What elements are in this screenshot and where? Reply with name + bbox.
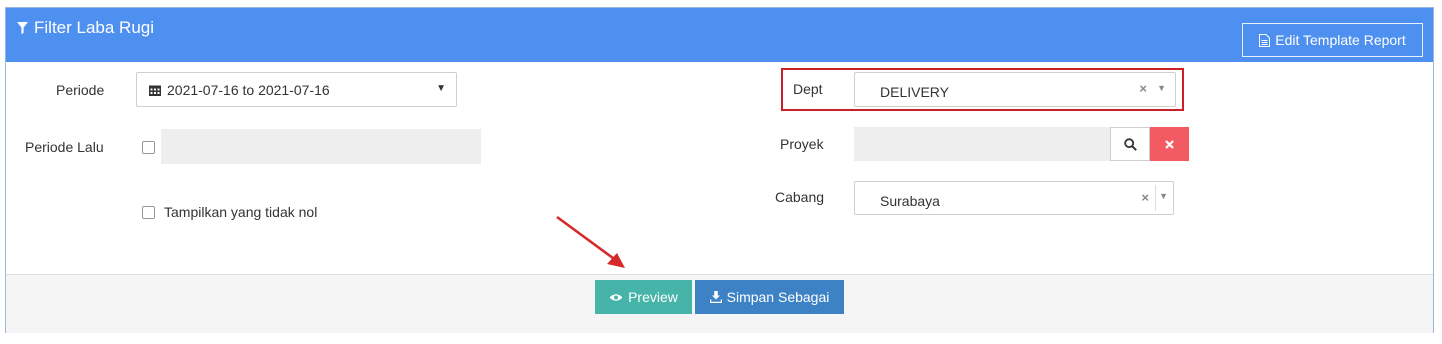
cabang-caret-icon[interactable]: ▼ [1159,191,1168,201]
edit-template-report-button[interactable]: Edit Template Report [1242,23,1423,57]
simpan-sebagai-button[interactable]: Simpan Sebagai [695,280,844,314]
periode-date-range[interactable]: 2021-07-16 to 2021-07-16 ▼ [136,72,457,107]
preview-button[interactable]: Preview [595,280,692,314]
dept-clear-icon[interactable]: × [1139,81,1147,96]
dept-value: DELIVERY [880,84,949,100]
simpan-label: Simpan Sebagai [726,289,830,305]
proyek-field [854,127,1110,161]
filter-panel: Filter Laba Rugi Edit Template Report Pe… [5,7,1434,333]
periode-label: Periode [56,82,105,98]
tampilkan-checkbox[interactable] [142,206,155,219]
download-icon [709,291,722,303]
eye-icon [609,293,623,301]
cabang-select[interactable]: Surabaya × ▼ [854,181,1174,215]
dept-select[interactable]: DELIVERY × ▼ [854,72,1176,107]
cabang-label: Cabang [775,189,825,205]
panel-title: Filter Laba Rugi [17,18,154,38]
panel-footer: Preview Simpan Sebagai [6,274,1433,333]
periode-value: 2021-07-16 to 2021-07-16 [167,82,330,98]
filter-icon [17,22,28,34]
caret-down-icon: ▼ [436,83,446,94]
search-icon [1123,137,1137,151]
proyek-search-button[interactable] [1110,127,1150,161]
periode-lalu-field [161,129,481,164]
panel-header: Filter Laba Rugi Edit Template Report [6,8,1433,62]
preview-label: Preview [628,289,678,305]
calendar-icon [149,85,161,96]
edit-template-label: Edit Template Report [1275,32,1406,48]
annotation-arrow [556,215,625,268]
cabang-divider [1155,185,1156,211]
proyek-label: Proyek [780,136,824,152]
tampilkan-label: Tampilkan yang tidak nol [164,204,318,220]
proyek-clear-button[interactable] [1150,127,1189,161]
dept-label: Dept [793,81,823,97]
close-icon [1165,139,1174,149]
periode-lalu-label: Periode Lalu [25,139,104,155]
cabang-value: Surabaya [880,193,940,209]
panel-title-text: Filter Laba Rugi [34,18,155,37]
file-icon [1259,33,1271,47]
periode-lalu-checkbox[interactable] [142,141,155,154]
dept-caret-icon[interactable]: ▼ [1157,83,1166,93]
cabang-clear-icon[interactable]: × [1141,190,1149,205]
